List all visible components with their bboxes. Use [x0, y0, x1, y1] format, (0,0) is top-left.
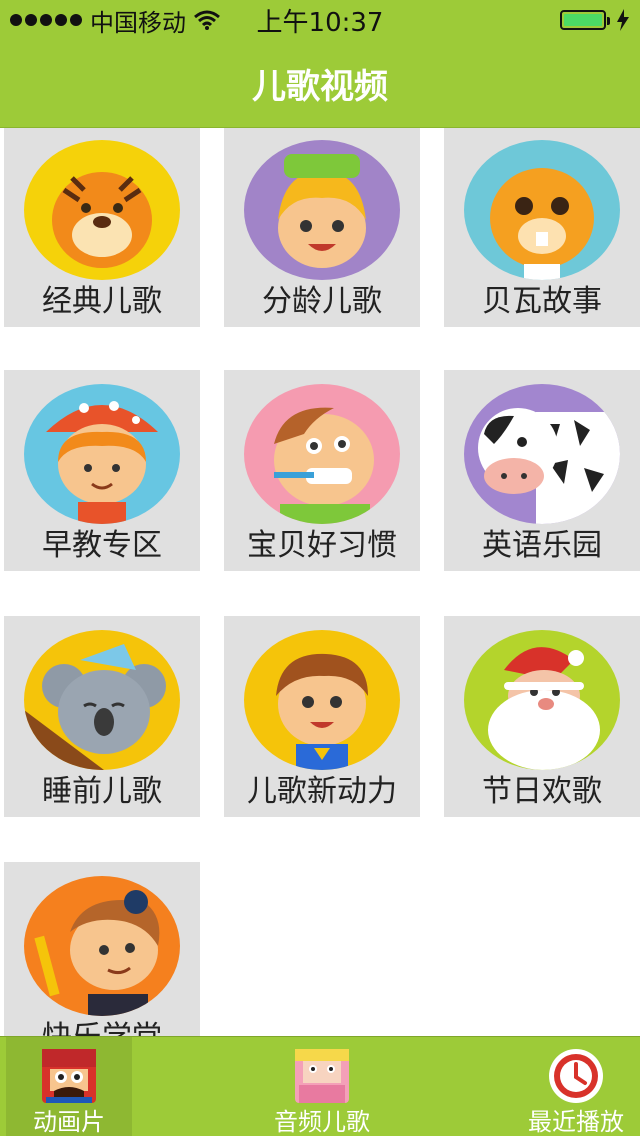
category-card-new-energy[interactable]: 儿歌新动力 [224, 616, 420, 817]
category-card-beva-stories[interactable]: 贝瓦故事 [444, 128, 640, 327]
page-title: 儿歌视频 [252, 67, 388, 107]
battery-level [564, 14, 602, 26]
koala-icon [24, 630, 180, 770]
tab-audio-songs[interactable]: 音频儿歌 [262, 1037, 382, 1136]
pencil-boy-icon [24, 876, 180, 1016]
category-card-classic-songs[interactable]: 经典儿歌 [4, 128, 200, 327]
cartoon-icon [42, 1049, 96, 1103]
status-bar: 中国移动 上午10:37 [0, 0, 640, 40]
santa-icon [464, 630, 620, 770]
beaver-icon [464, 140, 620, 280]
cow-abc-icon [464, 384, 620, 524]
category-card-english-park[interactable]: 英语乐园 [444, 370, 640, 571]
tab-label: 最近播放 [528, 1108, 624, 1136]
charging-bolt-icon [617, 9, 629, 31]
battery-icon [560, 10, 610, 30]
category-label: 英语乐园 [482, 528, 602, 563]
clock-icon [549, 1049, 603, 1103]
tab-cartoons[interactable]: 动画片 [6, 1037, 132, 1136]
status-right [560, 9, 630, 31]
navigation-bar: 儿歌视频 [0, 40, 640, 128]
category-card-bedtime-songs[interactable]: 睡前儿歌 [4, 616, 200, 817]
category-label: 贝瓦故事 [482, 284, 602, 319]
category-label: 宝贝好习惯 [247, 528, 397, 563]
tab-label: 音频儿歌 [274, 1108, 370, 1136]
signal-strength-icon [10, 14, 82, 26]
status-left: 中国移动 [10, 3, 220, 38]
category-card-age-songs[interactable]: 分龄儿歌 [224, 128, 420, 327]
counting-girl-icon [244, 140, 400, 280]
tab-recently-played[interactable]: 最近播放 [516, 1037, 636, 1136]
category-card-happy-school[interactable]: 快乐学堂 [4, 862, 200, 1036]
wifi-icon [194, 10, 220, 30]
category-label: 儿歌新动力 [247, 774, 397, 809]
category-label: 快乐学堂 [4, 1012, 200, 1036]
category-label: 分龄儿歌 [262, 284, 382, 319]
mushroom-girl-icon [24, 384, 180, 524]
audio-doll-icon [295, 1049, 349, 1103]
tiger-icon [24, 140, 180, 280]
superhero-boy-icon [244, 630, 400, 770]
category-grid[interactable]: 经典儿歌 分龄儿歌 贝瓦故事 早教专区 宝贝好习惯 英语乐园 睡前儿歌 儿歌新动… [0, 128, 640, 1036]
tab-bar: 动画片 音频儿歌 最近播放 [0, 1036, 640, 1136]
category-card-festival-songs[interactable]: 节日欢歌 [444, 616, 640, 817]
category-label: 经典儿歌 [42, 284, 162, 319]
carrier-label: 中国移动 [90, 8, 186, 37]
category-label: 早教专区 [42, 528, 162, 563]
category-card-good-habits[interactable]: 宝贝好习惯 [224, 370, 420, 571]
toothbrush-boy-icon [244, 384, 400, 524]
category-label: 睡前儿歌 [42, 774, 162, 809]
category-card-early-education[interactable]: 早教专区 [4, 370, 200, 571]
tab-label: 动画片 [33, 1108, 105, 1136]
category-label: 节日欢歌 [482, 774, 602, 809]
